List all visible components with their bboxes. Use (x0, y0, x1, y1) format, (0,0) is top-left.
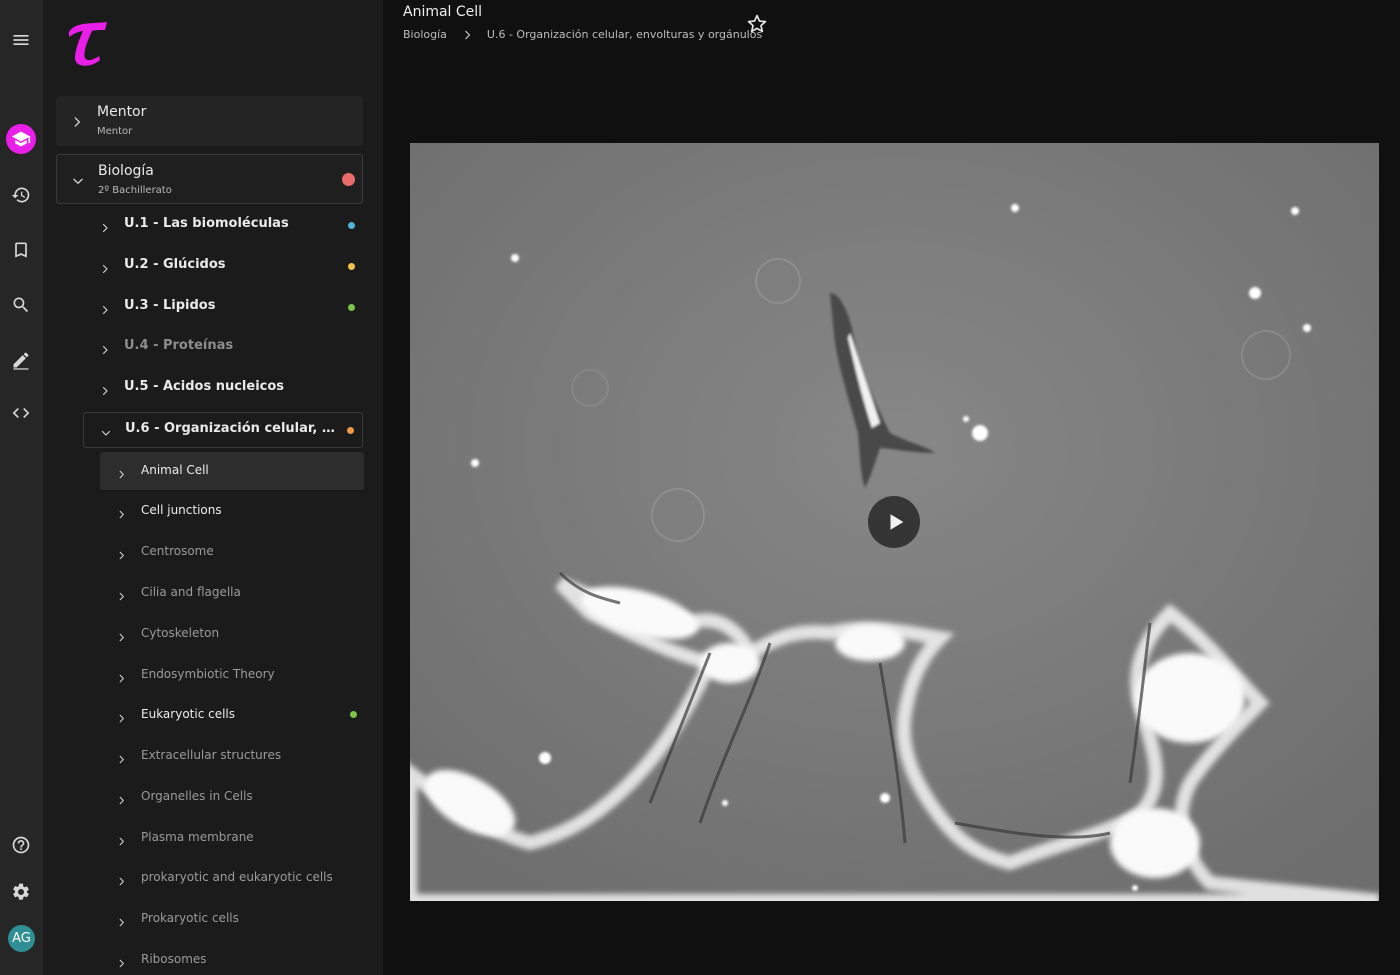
chevron-right-icon (99, 301, 111, 315)
topic-item[interactable]: Prokaryotic cells (100, 900, 364, 938)
status-dot (348, 222, 355, 229)
chevron-down-icon (100, 424, 112, 436)
help-icon[interactable] (6, 830, 36, 860)
chevron-down-icon (71, 173, 85, 187)
topic-item[interactable]: Centrosome (100, 533, 364, 571)
topic-label: Endosymbiotic Theory (141, 667, 275, 681)
chevron-right-icon (116, 587, 127, 601)
status-dot (347, 427, 354, 434)
topic-item[interactable]: Eukaryotic cells (100, 696, 364, 734)
chevron-right-icon (99, 382, 111, 396)
menu-icon[interactable] (6, 25, 36, 55)
breadcrumb-item[interactable]: Biología (403, 28, 447, 41)
chevron-right-icon (461, 29, 473, 41)
chevron-right-icon (116, 913, 127, 927)
course-sidebar: Mentor Mentor Biología 2º Bachillerato U… (43, 0, 383, 975)
unit-item[interactable]: U.2 - Glúcidos (83, 249, 363, 285)
video-player[interactable] (410, 143, 1379, 901)
topic-item-selected[interactable]: Animal Cell (100, 452, 364, 490)
chevron-right-icon (116, 669, 127, 683)
unit-item-expanded[interactable]: U.6 - Organización celular, envolturas y… (83, 412, 363, 448)
unit-item[interactable]: U.3 - Lipidos (83, 290, 363, 326)
topic-label: Plasma membrane (141, 830, 254, 844)
chevron-right-icon (116, 505, 127, 519)
search-icon[interactable] (6, 290, 36, 320)
topic-item[interactable]: Cilia and flagella (100, 574, 364, 612)
chevron-right-icon (99, 219, 111, 233)
course-title: Mentor (97, 104, 147, 120)
chevron-right-icon (116, 709, 127, 723)
topic-item[interactable]: Organelles in Cells (100, 778, 364, 816)
topic-item[interactable]: Cell junctions (100, 492, 364, 530)
unit-label: U.3 - Lipidos (124, 298, 216, 313)
topic-label: Cytoskeleton (141, 626, 220, 640)
chevron-right-icon (116, 832, 127, 846)
topic-label: Prokaryotic cells (141, 911, 239, 925)
chevron-right-icon (99, 341, 111, 355)
main-content: Animal Cell Biología U.6 - Organización … (383, 0, 1400, 975)
bookmark-icon[interactable] (6, 235, 36, 265)
nav-rail: AG (0, 0, 43, 975)
play-icon (890, 514, 903, 530)
chevron-right-icon (116, 628, 127, 642)
topic-label: Organelles in Cells (141, 789, 253, 803)
status-dot (342, 173, 355, 186)
topic-label: Cilia and flagella (141, 585, 241, 599)
star-icon[interactable] (746, 13, 768, 35)
brand-logo[interactable] (65, 18, 111, 68)
unit-item[interactable]: U.1 - Las biomoléculas (83, 208, 363, 244)
topic-label: Eukaryotic cells (141, 707, 236, 721)
topic-label: Animal Cell (141, 463, 209, 477)
course-subtitle: 2º Bachillerato (98, 185, 172, 196)
course-subtitle: Mentor (97, 126, 133, 137)
topic-label: Cell junctions (141, 503, 222, 517)
play-button[interactable] (868, 496, 920, 548)
status-dot (348, 304, 355, 311)
unit-label: U.4 - Proteínas (124, 338, 234, 353)
unit-item[interactable]: U.5 - Ácidos nucleicos (83, 371, 363, 407)
course-card-biologia[interactable]: Biología 2º Bachillerato (56, 154, 363, 204)
unit-label: U.2 - Glúcidos (124, 257, 226, 272)
code-icon[interactable] (6, 398, 36, 428)
topic-item[interactable]: Ribosomes (100, 941, 364, 975)
course-card-mentor[interactable]: Mentor Mentor (56, 96, 363, 146)
chevron-right-icon (70, 114, 84, 128)
unit-label: U.1 - Las biomoléculas (124, 216, 289, 231)
unit-label: U.5 - Ácidos nucleicos (124, 379, 285, 394)
avatar[interactable]: AG (8, 925, 35, 952)
course-title: Biología (98, 163, 154, 179)
status-dot (350, 711, 357, 718)
topic-label: Centrosome (141, 544, 214, 558)
chevron-right-icon (116, 546, 127, 560)
chevron-right-icon (116, 465, 127, 479)
gear-icon[interactable] (6, 877, 36, 907)
app-root: AG Mentor Mentor Biología 2º Bachillerat… (0, 0, 1400, 975)
unit-label: U.6 - Organización celular, envolturas y… (125, 421, 341, 436)
topic-item[interactable]: prokaryotic and eukaryotic cells (100, 859, 364, 897)
chevron-right-icon (116, 872, 127, 886)
topic-item[interactable]: Cytoskeleton (100, 615, 364, 653)
breadcrumb: Biología U.6 - Organización celular, env… (403, 28, 762, 41)
chevron-right-icon (116, 954, 127, 968)
status-dot (348, 263, 355, 270)
chevron-right-icon (116, 791, 127, 805)
topic-item[interactable]: Plasma membrane (100, 819, 364, 857)
topic-item[interactable]: Extracellular structures (100, 737, 364, 775)
unit-item[interactable]: U.4 - Proteínas (83, 330, 363, 366)
edit-icon[interactable] (6, 345, 36, 375)
topic-label: Extracellular structures (141, 748, 282, 762)
courses-icon[interactable] (6, 124, 36, 154)
breadcrumb-item[interactable]: U.6 - Organización celular, envolturas y… (487, 28, 762, 41)
chevron-right-icon (99, 260, 111, 274)
topic-label: prokaryotic and eukaryotic cells (141, 870, 333, 884)
chevron-right-icon (116, 750, 127, 764)
history-icon[interactable] (6, 180, 36, 210)
topic-item[interactable]: Endosymbiotic Theory (100, 656, 364, 694)
topic-label: Ribosomes (141, 952, 207, 966)
page-title: Animal Cell (403, 4, 483, 20)
